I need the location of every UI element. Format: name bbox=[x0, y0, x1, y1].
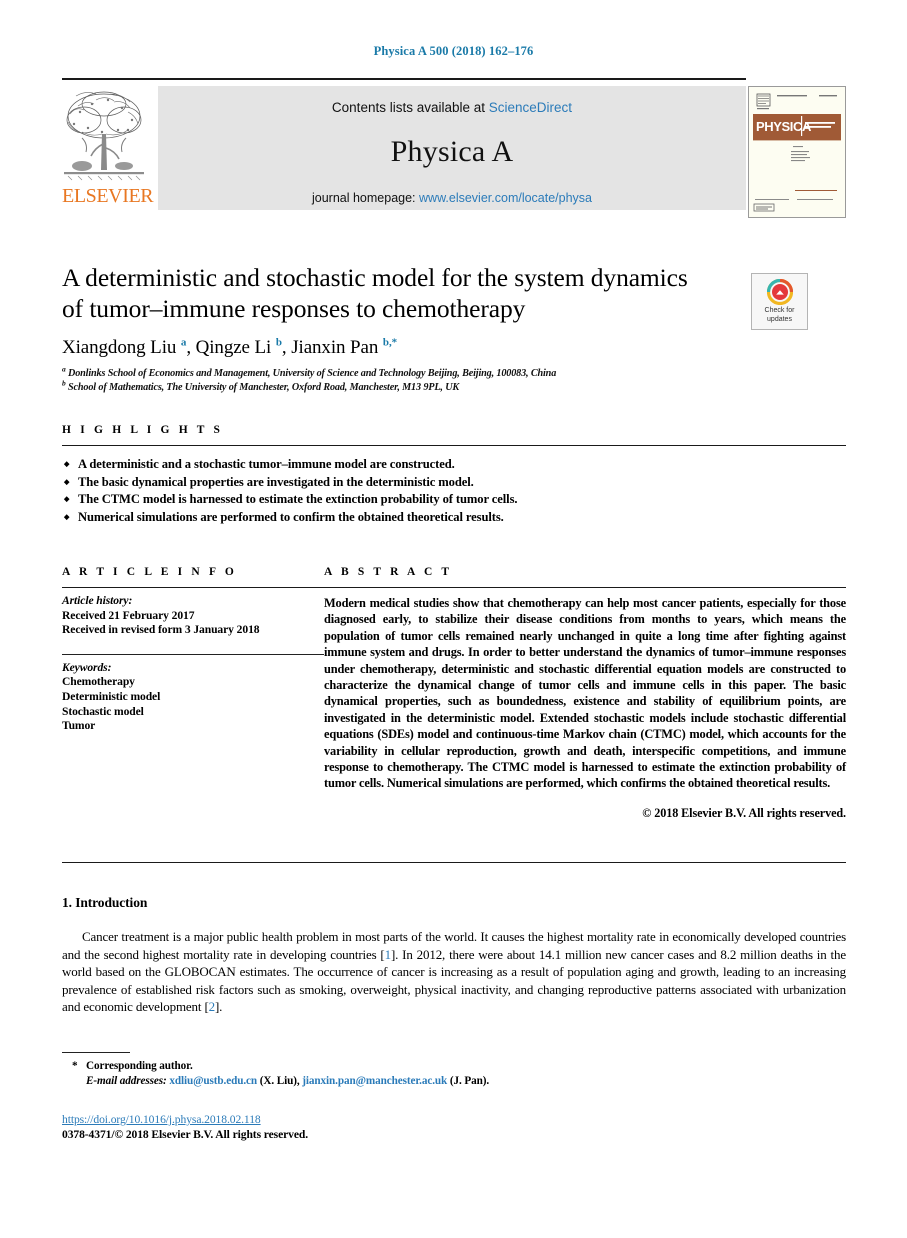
email-addresses-label: E-mail addresses: bbox=[86, 1075, 167, 1087]
email-link-liu[interactable]: xdliu@ustb.edu.cn bbox=[169, 1075, 257, 1087]
keywords-group: Keywords: Chemotherapy Deterministic mod… bbox=[62, 655, 324, 734]
abstract-text: Modern medical studies show that chemoth… bbox=[324, 596, 846, 791]
elsevier-tree-icon bbox=[62, 86, 146, 184]
journal-homepage-link[interactable]: www.elsevier.com/locate/physa bbox=[419, 191, 592, 205]
journal-homepage-line: journal homepage: www.elsevier.com/locat… bbox=[158, 191, 746, 205]
article-info-abstract-block: A R T I C L E I N F O Article history: R… bbox=[62, 566, 846, 821]
affiliation-marker: a bbox=[62, 364, 66, 374]
journal-title: Physica A bbox=[390, 135, 514, 168]
abstract-column: A B S T R A C T Modern medical studies s… bbox=[324, 566, 846, 821]
keywords-label: Keywords: bbox=[62, 660, 112, 674]
crossmark-badge[interactable]: Check for updates bbox=[751, 273, 808, 330]
highlights-label: H I G H L I G H T S bbox=[62, 424, 224, 436]
affiliation-marker: b bbox=[62, 378, 66, 388]
doi-link[interactable]: https://doi.org/10.1016/j.physa.2018.02.… bbox=[62, 1113, 261, 1126]
affiliation-item: b School of Mathematics, The University … bbox=[62, 378, 460, 393]
doi-block: https://doi.org/10.1016/j.physa.2018.02.… bbox=[62, 1112, 562, 1142]
corresponding-author-text: Corresponding author. bbox=[86, 1060, 193, 1072]
abstract-copyright: © 2018 Elsevier B.V. All rights reserved… bbox=[642, 805, 846, 820]
affiliation-list: a Donlinks School of Economics and Manag… bbox=[62, 364, 846, 394]
elsevier-logo: ELSEVIER bbox=[62, 86, 154, 210]
sciencedirect-link[interactable]: ScienceDirect bbox=[489, 100, 572, 115]
article-info-label: A R T I C L E I N F O bbox=[62, 566, 237, 578]
journal-masthead: ELSEVIER Contents lists available at Sci… bbox=[62, 78, 846, 218]
contents-available-line: Contents lists available at ScienceDirec… bbox=[158, 86, 746, 115]
author-list: Xiangdong Liu a, Qingze Li b, Jianxin Pa… bbox=[62, 336, 397, 358]
elsevier-wordmark: ELSEVIER bbox=[62, 185, 154, 207]
article-info-column: A R T I C L E I N F O Article history: R… bbox=[62, 566, 324, 821]
keyword-item: Stochastic model bbox=[62, 704, 144, 718]
list-item: The CTMC model is harnessed to estimate … bbox=[64, 491, 846, 509]
keyword-item: Chemotherapy bbox=[62, 675, 135, 689]
crossmark-label: Check for updates bbox=[764, 307, 795, 323]
masthead-panel: Contents lists available at ScienceDirec… bbox=[158, 86, 746, 210]
article-history-received: Received 21 February 2017 bbox=[62, 608, 195, 622]
corresponding-author-note: * Corresponding author. bbox=[62, 1059, 562, 1074]
asterisk-marker: * bbox=[72, 1060, 78, 1072]
list-item: A deterministic and a stochastic tumor–i… bbox=[64, 456, 846, 474]
email-link-pan[interactable]: jianxin.pan@manchester.ac.uk bbox=[302, 1075, 447, 1087]
footnotes-block: * Corresponding author. E-mail addresses:… bbox=[62, 1052, 562, 1089]
article-history-label: Article history: bbox=[62, 594, 133, 607]
highlights-list: A deterministic and a stochastic tumor–i… bbox=[62, 446, 846, 526]
keyword-item: Tumor bbox=[62, 719, 96, 733]
article-history: Article history: Received 21 February 20… bbox=[62, 588, 324, 638]
affiliation-item: a Donlinks School of Economics and Manag… bbox=[62, 364, 557, 379]
masthead-top-rule bbox=[62, 78, 746, 80]
running-head: Physica A 500 (2018) 162–176 bbox=[373, 44, 534, 58]
article-title-block: A deterministic and stochastic model for… bbox=[62, 262, 846, 394]
introduction-paragraph: Cancer treatment is a major public healt… bbox=[62, 929, 846, 1015]
section-heading-introduction: 1. Introduction bbox=[62, 895, 148, 910]
crossmark-icon bbox=[766, 278, 793, 306]
list-item: The basic dynamical properties are inves… bbox=[64, 474, 846, 492]
email-owner-liu: (X. Liu), bbox=[259, 1075, 300, 1087]
footnote-rule bbox=[62, 1052, 130, 1053]
highlights-section: H I G H L I G H T S A deterministic and … bbox=[62, 424, 846, 526]
list-item: Numerical simulations are performed to c… bbox=[64, 509, 846, 527]
abstract-bottom-rule bbox=[62, 862, 846, 863]
svg-text:PHYSICA: PHYSICA bbox=[756, 119, 812, 134]
paper-page: Physica A 500 (2018) 162–176 ELSEVIER Co… bbox=[0, 0, 907, 1238]
abstract-label: A B S T R A C T bbox=[324, 566, 453, 578]
issn-copyright-line: 0378-4371/© 2018 Elsevier B.V. All right… bbox=[62, 1128, 309, 1141]
citation-ref[interactable]: 1 bbox=[385, 947, 392, 962]
introduction-section: 1. Introduction Cancer treatment is a ma… bbox=[62, 895, 846, 1016]
homepage-prefix: journal homepage: bbox=[311, 191, 416, 205]
article-history-revised: Received in revised form 3 January 2018 bbox=[62, 623, 260, 637]
citation-ref[interactable]: 2 bbox=[209, 999, 216, 1014]
keyword-item: Deterministic model bbox=[62, 689, 161, 703]
page-title: A deterministic and stochastic model for… bbox=[62, 263, 688, 323]
contents-prefix: Contents lists available at bbox=[331, 100, 486, 115]
journal-cover-thumbnail: PHYSICA bbox=[748, 86, 846, 218]
email-owner-pan: (J. Pan). bbox=[449, 1075, 490, 1087]
email-addresses-note: E-mail addresses: xdliu@ustb.edu.cn (X. … bbox=[62, 1074, 562, 1089]
